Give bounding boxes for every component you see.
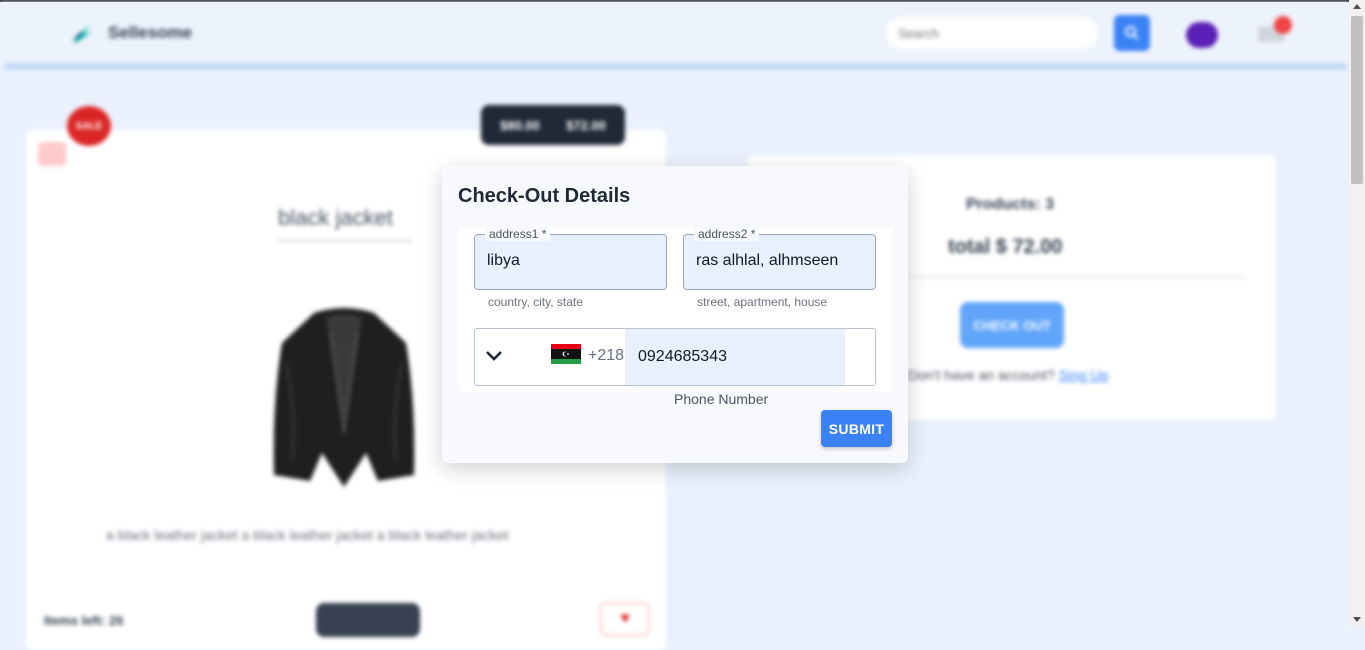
brand-name[interactable]: Sellesome [108, 23, 192, 43]
phone-input[interactable] [625, 329, 845, 385]
address1-field[interactable]: address1 * [474, 227, 667, 290]
address1-helper: country, city, state [488, 295, 583, 309]
search-icon [1125, 26, 1139, 40]
search-input[interactable] [886, 17, 1098, 49]
price-pill: $80.00 $72.00 [481, 105, 625, 145]
address1-label: address1 * [485, 227, 551, 241]
product-image[interactable] [266, 303, 422, 487]
chevron-down-icon[interactable] [485, 349, 503, 363]
navbar-underline [4, 63, 1347, 70]
dialog-title: Check-Out Details [458, 185, 631, 207]
phone-field[interactable]: +218 [474, 328, 876, 386]
order-total: total $ 72.00 [948, 236, 1063, 258]
heart-icon: ♥ [620, 610, 630, 627]
phone-label: Phone Number [674, 391, 769, 407]
quantity-stepper[interactable] [316, 603, 420, 637]
search-button[interactable] [1114, 15, 1150, 51]
signup-prompt-text: Don't have an account? [908, 367, 1055, 383]
old-price: $80.00 [500, 117, 540, 133]
address2-input[interactable] [696, 252, 866, 270]
discount-icon [38, 142, 66, 166]
scroll-down-arrow-icon[interactable] [1353, 617, 1361, 622]
checkout-form: address1 * country, city, state address2… [459, 227, 892, 392]
submit-button[interactable]: SUBMIT [821, 410, 892, 447]
favorite-button[interactable]: ♥ [600, 602, 650, 636]
scrollbar-thumb[interactable] [1351, 16, 1363, 184]
address2-helper: street, apartment, house [697, 295, 828, 309]
address2-field[interactable]: address2 * [683, 227, 876, 290]
country-dial-code: +218 [588, 347, 625, 364]
cart-count-badge [1274, 16, 1292, 34]
scroll-up-arrow-icon[interactable] [1353, 4, 1361, 9]
libya-flag-icon[interactable] [551, 344, 581, 364]
product-title: black jacket [278, 205, 393, 230]
logo-icon[interactable] [68, 20, 94, 46]
checkout-dialog: Check-Out Details address1 * country, ci… [442, 166, 908, 463]
new-price: $72.00 [566, 117, 606, 133]
title-underline [278, 240, 412, 242]
address2-label: address2 * [694, 227, 760, 241]
address1-input[interactable] [487, 252, 657, 270]
avatar[interactable] [1186, 22, 1218, 48]
product-description: a black leather jacket a black leather j… [106, 527, 509, 543]
products-count: Products: 3 [966, 196, 1055, 213]
checkout-button[interactable]: CHECK OUT [960, 302, 1064, 348]
signup-prompt: Don't have an account? Sing Up [908, 367, 1108, 383]
items-left: Items left: 26 [44, 613, 124, 628]
signup-link[interactable]: Sing Up [1059, 367, 1109, 383]
sale-badge: SALE [67, 106, 111, 146]
